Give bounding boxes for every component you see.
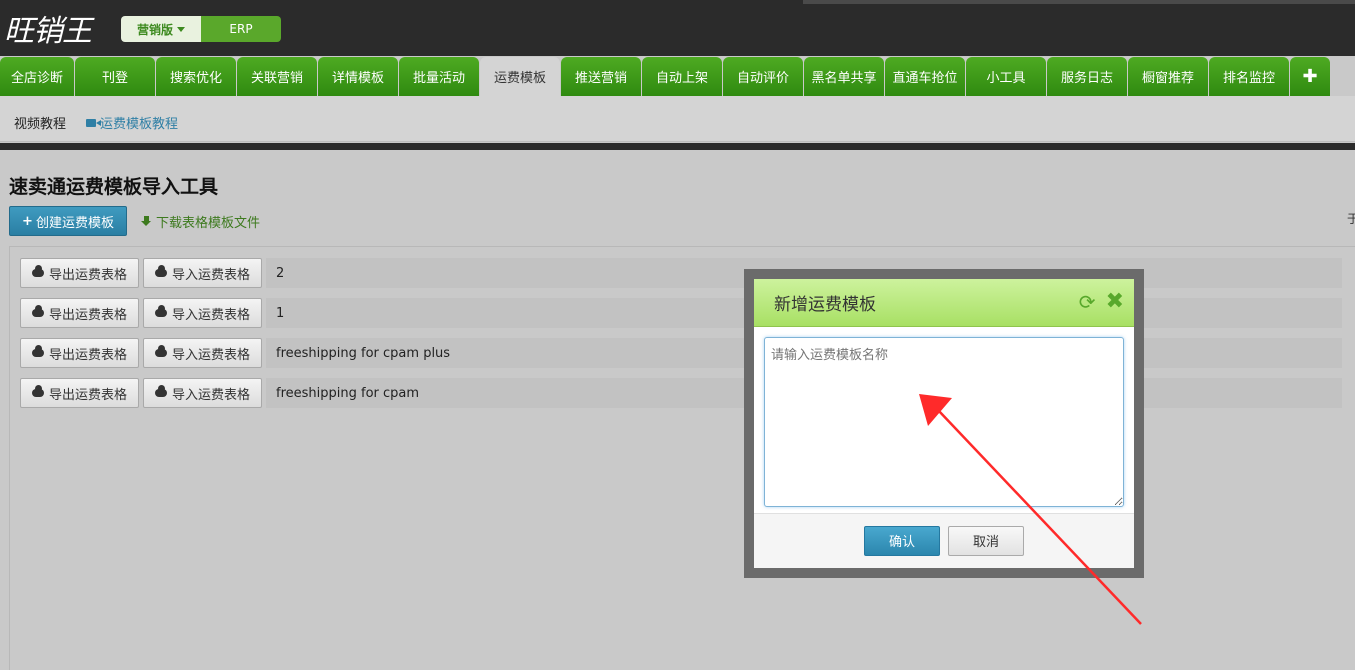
dialog-footer: 确认 取消 [754,513,1134,567]
add-template-dialog: 新增运费模板 ⟳ ✖ 确认 取消 [744,269,1144,578]
tab-11[interactable]: 直通车抢位 [885,57,965,96]
tab-9[interactable]: 自动评价 [723,57,803,96]
template-tutorial-link[interactable]: 运费模板教程 [86,113,178,132]
dialog-title: 新增运费模板 [774,295,876,315]
template-name-input[interactable] [764,337,1124,507]
search-strip [803,0,1355,4]
dialog-box: 新增运费模板 ⟳ ✖ 确认 取消 [754,279,1134,568]
tab-8[interactable]: 自动上架 [642,57,722,96]
template-list: 导出运费表格 导入运费表格 2 导出运费表格 导入运费表格 1 导出运费表格 导入运费表格 fr… [9,246,1355,670]
chevron-down-icon [177,26,185,32]
export-table-label: 导出运费表格 [49,347,128,363]
divider [0,143,1355,150]
cut-off-text: 于 [1347,212,1355,226]
dialog-header-icons: ⟳ ✖ [1079,291,1124,313]
cancel-button[interactable]: 取消 [948,525,1024,556]
plus-icon: + [22,213,33,229]
template-tutorial-label: 运费模板教程 [100,117,179,132]
version-marketing-button[interactable]: 营销版 [121,16,201,42]
tab-12[interactable]: 小工具 [966,57,1046,96]
import-table-label: 导入运费表格 [172,347,251,363]
cloud-download-icon [32,305,44,317]
add-tab-icon[interactable]: ✚ [1290,57,1330,96]
create-template-button[interactable]: + 创建运费模板 [9,206,127,236]
tab-7[interactable]: 推送营销 [561,57,641,96]
download-template-label: 下载表格模板文件 [156,216,261,231]
cloud-upload-icon [155,345,168,357]
version-marketing-label: 营销版 [136,22,173,37]
tab-15[interactable]: 排名监控 [1209,57,1289,96]
download-icon [141,216,152,227]
version-erp-button[interactable]: ERP [201,16,281,42]
video-camera-icon [86,118,101,127]
tab-4[interactable]: 详情模板 [318,57,398,96]
import-table-button[interactable]: 导入运费表格 [143,298,263,328]
export-table-button[interactable]: 导出运费表格 [20,378,140,408]
import-table-label: 导入运费表格 [172,267,251,283]
tab-6[interactable]: 运费模板 [480,57,560,96]
cloud-upload-icon [155,385,168,397]
export-table-button[interactable]: 导出运费表格 [20,338,140,368]
main-tabs: 全店诊断 刊登 搜索优化 关联营销 详情模板 批量活动 运费模板 推送营销 自动上架 自动评价 黑名… [0,57,1331,96]
import-table-label: 导入运费表格 [172,387,251,403]
export-table-label: 导出运费表格 [49,267,128,283]
download-template-link[interactable]: 下载表格模板文件 [141,212,260,231]
tab-2[interactable]: 搜索优化 [156,57,236,96]
confirm-button[interactable]: 确认 [864,525,940,556]
sub-nav: 视频教程 运费模板教程 [0,96,1355,142]
close-icon[interactable]: ✖ [1106,291,1124,313]
export-table-label: 导出运费表格 [49,307,128,323]
import-table-label: 导入运费表格 [172,307,251,323]
import-table-button[interactable]: 导入运费表格 [143,338,263,368]
top-bar: 旺销王 营销版 ERP [0,0,1355,56]
export-table-button[interactable]: 导出运费表格 [20,258,140,288]
version-switch: 营销版 ERP [121,16,281,42]
dialog-header: 新增运费模板 ⟳ ✖ [754,279,1134,327]
cloud-download-icon [32,345,44,357]
import-table-button[interactable]: 导入运费表格 [143,258,263,288]
tab-0[interactable]: 全店诊断 [0,57,74,96]
cloud-upload-icon [155,265,168,277]
dialog-body [754,327,1134,513]
video-tutorial-link[interactable]: 视频教程 [14,113,66,132]
page-title: 速卖通运费模板导入工具 [9,176,219,198]
tab-14[interactable]: 橱窗推荐 [1128,57,1208,96]
create-template-label: 创建运费模板 [35,215,114,231]
tab-5[interactable]: 批量活动 [399,57,479,96]
tab-10[interactable]: 黑名单共享 [804,57,884,96]
cloud-download-icon [32,265,44,277]
export-table-button[interactable]: 导出运费表格 [20,298,140,328]
main-content: 速卖通运费模板导入工具 + 创建运费模板 下载表格模板文件 于 导出运费表格导入… [0,150,1355,670]
import-table-button[interactable]: 导入运费表格 [143,378,263,408]
cloud-download-icon [32,385,44,397]
refresh-icon[interactable]: ⟳ [1079,292,1096,312]
app-logo[interactable]: 旺销王 [4,6,92,50]
export-table-label: 导出运费表格 [49,387,128,403]
tab-1[interactable]: 刊登 [75,57,155,96]
cloud-upload-icon [155,305,168,317]
tab-3[interactable]: 关联营销 [237,57,317,96]
tab-13[interactable]: 服务日志 [1047,57,1127,96]
